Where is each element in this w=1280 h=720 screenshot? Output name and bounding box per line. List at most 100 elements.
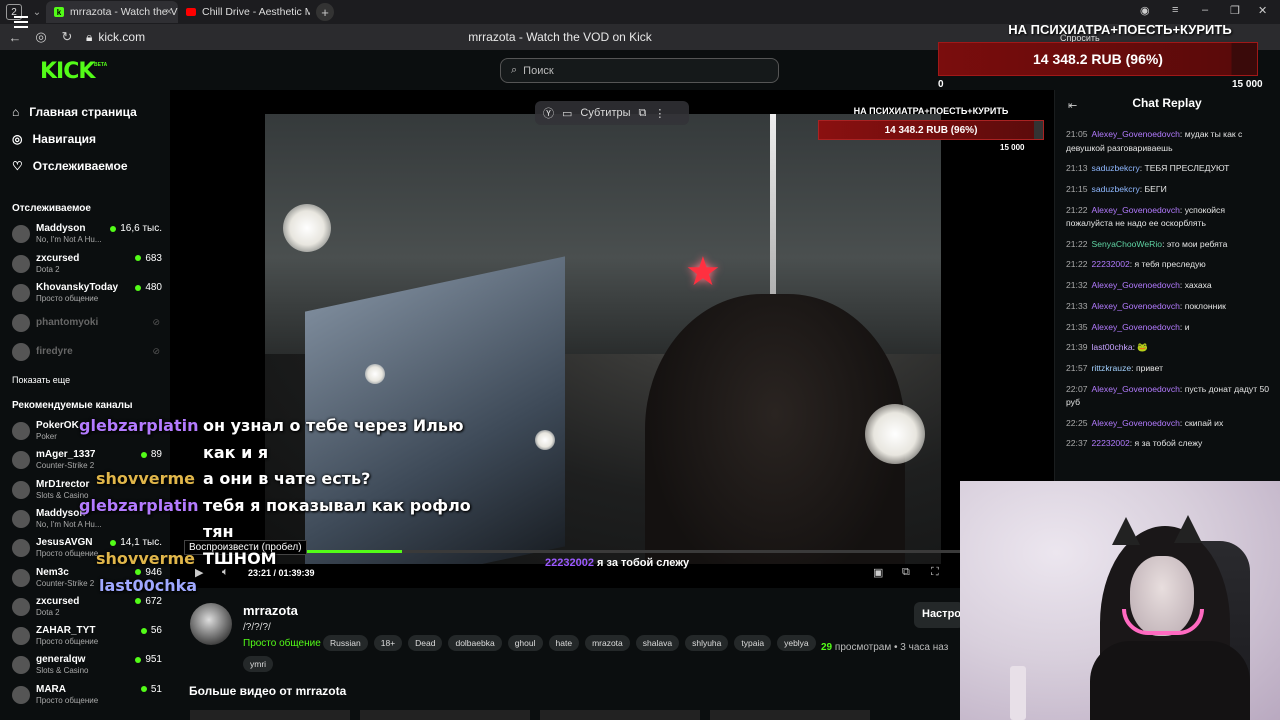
minimize-button[interactable]: – [1202,4,1208,16]
menu-icon[interactable]: ≡ [1172,4,1178,16]
sidebar-channel[interactable]: Maddyson No, I'm Not A Hu... 16,6 тыс. [12,223,162,249]
chat-user[interactable]: Alexey_Govenoedovch [1092,418,1180,428]
chat-user[interactable]: saduzbekcry [1092,184,1140,194]
chat-user[interactable]: Alexey_Govenoedovch [1092,322,1180,332]
browser-tab-kick[interactable]: k mrrazota - Watch the V × [46,1,178,23]
sidebar-channel[interactable]: phantomyoki ⊘ [12,312,162,338]
tag[interactable]: ghoul [507,635,543,651]
streamer-name[interactable]: mrrazota [243,603,298,618]
tag[interactable]: Russian [323,635,368,651]
chat-user[interactable]: last00chka [1092,342,1133,352]
chat-user[interactable]: rittzkrauze [1092,363,1132,373]
channel-name: MARA [36,683,66,695]
overlay-goal-min: 0 [938,79,944,90]
search-input[interactable]: ⌕ Поиск [500,58,779,83]
show-more-link[interactable]: Показать еще [12,375,70,385]
video-thumbnail[interactable] [710,710,870,720]
viewer-count: 480 [135,282,162,293]
sidebar-channel[interactable]: ZAHAR_TYT Просто общение 56 [12,625,162,651]
chat-user[interactable]: 22232002 [1092,259,1130,269]
sidebar-item-browse[interactable]: ◎ Навигация [12,132,96,146]
fullscreen-icon[interactable]: ⛶ [931,566,939,579]
more-icon[interactable]: ⋮ [654,107,665,120]
chat-user[interactable]: 22232002 [1092,438,1130,448]
chat-user[interactable]: Alexey_Govenoedovch [1092,280,1180,290]
channel-name: zxcursed [36,252,80,264]
viewer-count: 16,6 тыс. [110,223,162,234]
chat-time: 21:22 [1066,238,1088,249]
tag[interactable]: hate [548,635,580,651]
overlay-goal-max: 15 000 [1232,79,1263,90]
chat-user[interactable]: saduzbekcry [1092,163,1140,173]
viewer-count: 56 [140,625,162,636]
chat-user[interactable]: Alexey_Govenoedovch [1092,205,1180,215]
tag[interactable]: typaia [734,635,772,651]
overlay-chat-msg: а они в чате есть? [203,469,371,488]
sidebar-channel[interactable]: zxcursed Dota 2 672 [12,596,162,622]
new-tab-button[interactable]: + [316,3,334,21]
tag[interactable]: 18+ [373,635,403,651]
profile-avatar-icon[interactable]: ◉ [1140,4,1150,17]
search-icon: ⌕ [511,64,518,76]
settings-button[interactable]: Настро [914,602,964,628]
tag[interactable]: shlyuha [685,635,729,651]
yandex-icon[interactable]: Ⓨ [543,105,554,121]
pip-icon[interactable]: ⧉ [902,566,910,579]
sidebar-item-label: Отслеживаемое [32,159,128,173]
channel-name: KhovanskyToday [36,282,119,293]
video-thumbnail[interactable] [540,710,700,720]
viewer-count-text: 672 [145,595,162,607]
chat-text: скипай их [1184,417,1224,428]
chat-user[interactable]: Alexey_Govenoedovch [1092,384,1180,394]
avatar [12,422,30,440]
close-window-button[interactable]: ✕ [1258,4,1267,17]
tag[interactable]: yeblya [777,635,816,651]
chat-time: 21:22 [1066,204,1088,215]
time-ago: • 3 часа наз [894,642,949,653]
chevron-down-icon[interactable]: ⌄ [28,7,46,18]
chat-user[interactable]: SenyaChooWeRio [1092,239,1163,249]
tab-label: mrrazota - Watch the V [70,6,178,18]
streamer-avatar[interactable] [190,603,232,645]
pip-icon[interactable]: ⧉ [639,107,647,120]
browser-tab-youtube[interactable]: Chill Drive - Aesthetic Mus [178,1,310,23]
tag[interactable]: shalava [635,635,680,651]
chat-text: и [1184,321,1190,332]
video-thumbnail[interactable] [360,710,530,720]
channel-name: MrD1rector [36,478,90,490]
avatar [12,451,30,470]
sidebar-channel[interactable]: zxcursed Dota 2 683 [12,253,162,279]
restore-button[interactable]: ❐ [1230,4,1240,17]
sidebar-item-home[interactable]: ⌂ Главная страница [12,105,137,119]
tag[interactable]: dolbaebka [448,635,502,651]
chat-message: 22:07 Alexey_Govenoedovch: пусть донат да… [1066,383,1270,408]
avatar [12,685,30,704]
sidebar-channel[interactable]: firedyre ⊘ [12,341,162,367]
hamburger-menu-icon[interactable] [14,16,28,31]
chat-message: 21:57 rittzkrauze: привет [1066,362,1164,373]
video-thumbnail[interactable] [190,710,350,720]
sidebar-channel[interactable]: generalqw Slots & Casino 951 [12,654,162,680]
sidebar-channel[interactable]: KhovanskyToday Просто общение 480 [12,282,162,308]
stream-category[interactable]: Просто общение [243,638,321,649]
chat-user[interactable]: Alexey_Govenoedovch [1092,129,1180,139]
overlay-chat-msg: как и я [203,443,269,462]
close-tab-icon[interactable]: × [166,6,172,18]
kick-logo[interactable]: KICK [40,59,95,84]
live-dot-icon [135,656,142,663]
theater-mode-icon[interactable]: ▣ [873,566,883,579]
overlay-chat-user: shovverme [96,549,196,568]
sidebar-channel[interactable]: MARA Просто общение 51 [12,684,162,710]
tag[interactable]: mrazota [585,635,630,651]
live-dot-icon [135,569,142,575]
subtitles-icon: ▭ [562,107,573,120]
overlay-chat-user: shovverme [96,469,196,488]
tag[interactable]: Dead [408,635,443,651]
sidebar-item-following[interactable]: ♡ Отслеживаемое [12,159,128,173]
subtitles-button[interactable]: Субтитры [580,107,630,119]
chat-user[interactable]: Alexey_Govenoedovch [1092,301,1180,311]
viewer-count-text: 683 [145,252,162,264]
webcam-body [1090,641,1250,720]
channel-category: Просто общение [36,294,99,303]
tag[interactable]: ymri [243,656,274,672]
